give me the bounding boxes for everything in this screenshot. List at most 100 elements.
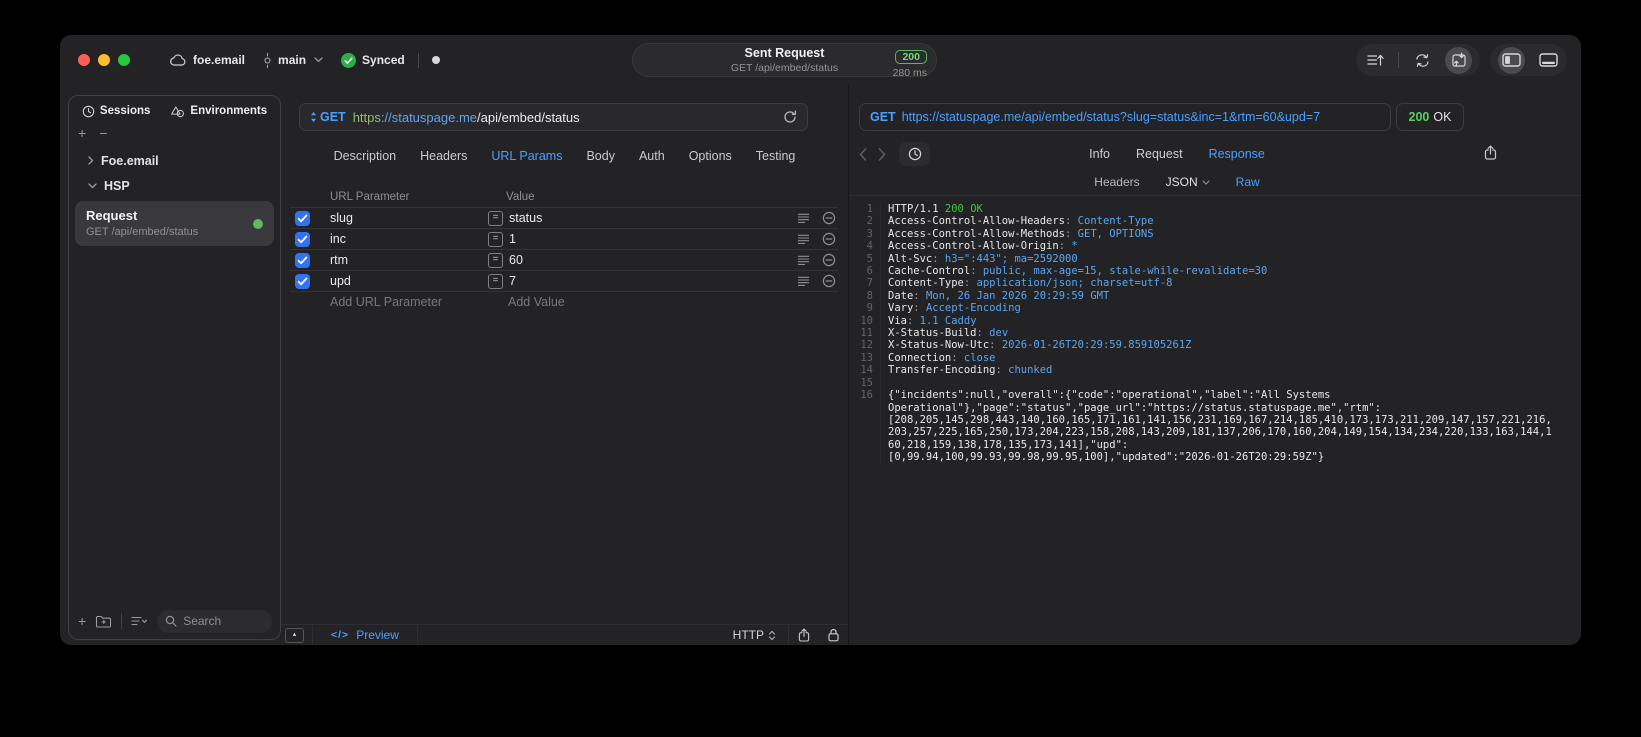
branch-switcher[interactable]: main	[263, 52, 323, 68]
request-order-icon[interactable]	[1364, 49, 1386, 71]
request-item-title: Request	[86, 208, 138, 223]
param-name-field[interactable]: slug	[330, 211, 488, 225]
tab-environments[interactable]: Environments	[170, 105, 267, 118]
request-list-item-selected[interactable]: Request GET /api/embed/status	[75, 201, 274, 246]
sort-filter-icon[interactable]	[131, 616, 148, 626]
left-panel-toggle-icon[interactable]	[1498, 46, 1525, 74]
response-line: 4 Access-Control-Allow-Origin: *	[857, 240, 1577, 253]
lock-icon[interactable]	[828, 628, 839, 642]
tab-response[interactable]: Response	[1209, 147, 1265, 161]
line-number	[857, 438, 881, 452]
response-body[interactable]: 1 HTTP/1.1 200 OK 2 Access-Control-Allow-He…	[849, 196, 1581, 464]
remove-param-icon[interactable]	[822, 253, 836, 267]
param-enabled-checkbox[interactable]	[295, 273, 310, 289]
close-button[interactable]	[78, 54, 90, 66]
tree-item-hsp[interactable]: HSP	[75, 173, 274, 198]
line-content: Access-Control-Allow-Headers: Content-Ty…	[888, 215, 1154, 228]
tab-url-params[interactable]: URL Params	[491, 149, 562, 163]
code-icon: </>	[331, 629, 350, 641]
tab-auth[interactable]: Auth	[639, 149, 665, 163]
protocol-selector[interactable]: HTTP	[733, 628, 776, 642]
line-number: 11	[857, 327, 881, 340]
line-content: Vary: Accept-Encoding	[888, 302, 1021, 315]
line-content: Content-Type: application/json; charset=…	[888, 277, 1173, 290]
multiline-value-icon[interactable]	[797, 255, 810, 266]
bottom-panel-toggle-icon[interactable]	[1537, 49, 1559, 71]
line-number: 4	[857, 240, 881, 253]
minus-icon[interactable]: −	[99, 126, 107, 140]
line-number: 3	[857, 227, 881, 241]
project-switcher[interactable]: foe.email	[170, 53, 245, 67]
remove-param-icon[interactable]	[822, 211, 836, 225]
url-scheme: https	[352, 109, 381, 125]
line-content: Transfer-Encoding: chunked	[888, 364, 1053, 377]
multiline-value-icon[interactable]	[797, 234, 810, 245]
response-line: 1 HTTP/1.1 200 OK	[857, 203, 1577, 216]
line-number: 14	[857, 364, 881, 377]
param-value-field[interactable]: status	[509, 211, 797, 225]
param-value-field[interactable]: 7	[509, 274, 797, 288]
footer-separator	[312, 625, 313, 645]
subtab-raw[interactable]: Raw	[1236, 175, 1260, 189]
status-dot	[431, 56, 440, 64]
sidebar-tree: Foe.email HSP Request GET /api/embed/sta…	[69, 140, 280, 605]
branch-name: main	[278, 53, 307, 67]
tab-options[interactable]: Options	[689, 149, 732, 163]
line-number: 6	[857, 265, 881, 278]
tree-item-foe-email[interactable]: Foe.email	[75, 148, 274, 173]
add-param-value-placeholder[interactable]: Add Value	[508, 295, 838, 309]
sent-request-pill[interactable]: Sent Request GET /api/embed/status 200 2…	[632, 43, 937, 79]
search-input[interactable]: Search	[157, 609, 272, 633]
param-enabled-checkbox[interactable]	[295, 252, 310, 268]
minimize-button[interactable]	[98, 54, 110, 66]
sent-url-field[interactable]: GET https://statuspage.me/api/embed/stat…	[859, 103, 1391, 131]
remove-param-icon[interactable]	[822, 274, 836, 288]
param-name-field[interactable]: inc	[330, 232, 488, 246]
tab-sessions[interactable]: Sessions	[82, 105, 150, 118]
param-enabled-checkbox[interactable]	[295, 210, 310, 226]
multiline-value-icon[interactable]	[797, 276, 810, 287]
tab-description[interactable]: Description	[334, 149, 397, 163]
footer-separator	[121, 613, 123, 629]
add-param-name-placeholder[interactable]: Add URL Parameter	[330, 295, 488, 309]
tab-info[interactable]: Info	[1089, 147, 1110, 161]
param-value-field[interactable]: 60	[509, 253, 797, 267]
request-tabs: Description Headers URL Params Body Auth Opti…	[281, 139, 848, 173]
param-name-field[interactable]: upd	[330, 274, 488, 288]
response-line: 6 Cache-Control: public, max-age=15, stal…	[857, 265, 1577, 278]
tab-body[interactable]: Body	[586, 149, 615, 163]
updown-chevrons-icon	[768, 630, 776, 641]
collapse-panel-icon[interactable]: ▲	[285, 627, 304, 643]
tab-testing[interactable]: Testing	[756, 149, 796, 163]
toolbar-separator	[1398, 52, 1399, 68]
request-url-bar[interactable]: GET https://statuspage.me/api/embed/stat…	[299, 103, 808, 131]
titlebar-separator	[417, 52, 419, 68]
preview-button[interactable]: </> Preview	[331, 628, 399, 642]
subtab-json[interactable]: JSON	[1166, 175, 1210, 189]
loop-arrows-icon[interactable]	[1411, 49, 1433, 71]
response-url-row: GET https://statuspage.me/api/embed/stat…	[859, 103, 1581, 131]
param-name-field[interactable]: rtm	[330, 253, 488, 267]
response-url: https://statuspage.me/api/embed/status?s…	[901, 110, 1321, 124]
param-enabled-checkbox[interactable]	[295, 231, 310, 247]
export-response-icon[interactable]	[1484, 145, 1497, 160]
response-line: 11 X-Status-Build: dev	[857, 327, 1577, 340]
resend-icon[interactable]	[783, 110, 797, 124]
import-export-icon[interactable]	[1445, 46, 1472, 74]
sync-status[interactable]: Synced	[341, 52, 405, 68]
zoom-button[interactable]	[118, 54, 130, 66]
tab-request[interactable]: Request	[1136, 147, 1183, 161]
line-content: X-Status-Now-Utc: 2026-01-26T20:29:59.85…	[888, 339, 1192, 352]
equals-icon: =	[488, 231, 503, 247]
param-value-field[interactable]: 1	[509, 232, 797, 246]
multiline-value-icon[interactable]	[797, 213, 810, 224]
plus-icon[interactable]: +	[78, 126, 86, 140]
subtab-headers[interactable]: Headers	[1094, 175, 1139, 189]
tab-headers[interactable]: Headers	[420, 149, 467, 163]
add-request-icon[interactable]: +	[78, 614, 86, 628]
new-folder-icon[interactable]	[95, 615, 112, 628]
share-icon[interactable]	[798, 628, 810, 642]
remove-param-icon[interactable]	[822, 232, 836, 246]
method-selector[interactable]: GET	[310, 110, 346, 124]
url-host: ://statuspage.me	[380, 109, 478, 125]
